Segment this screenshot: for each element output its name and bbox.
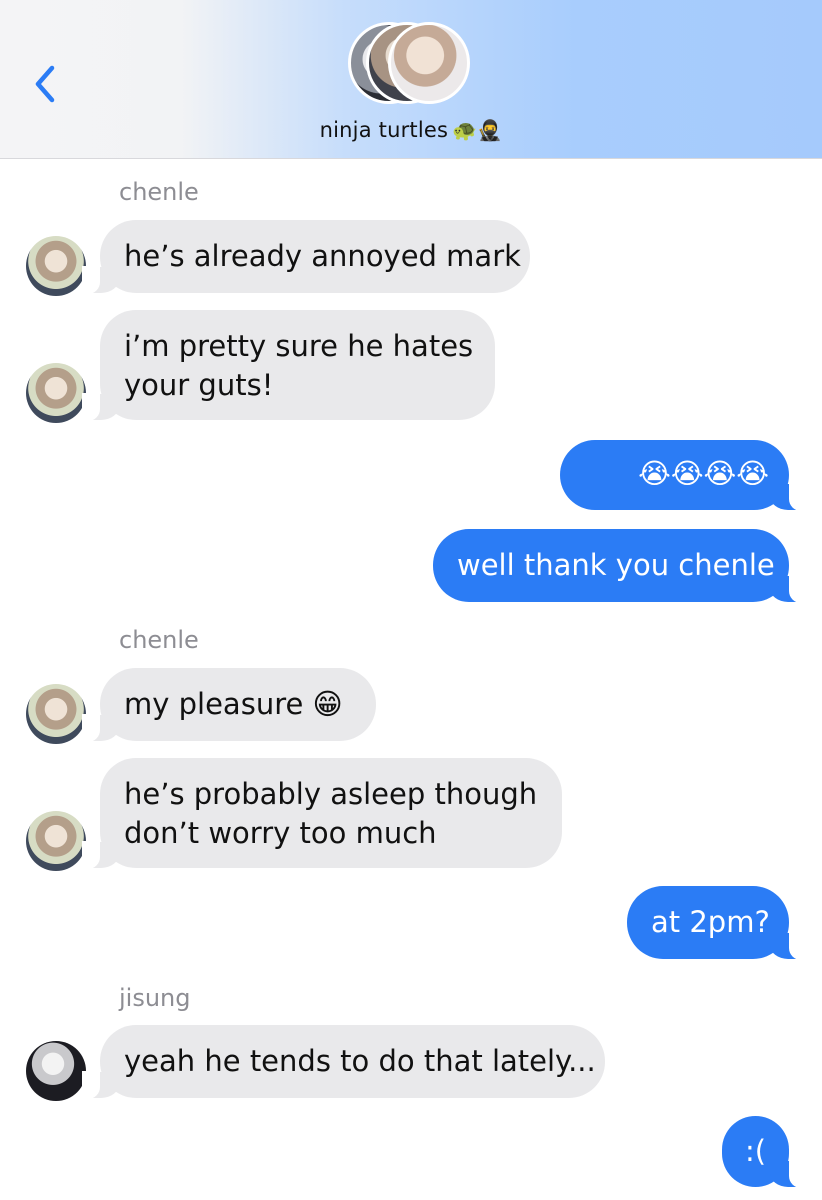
group-name-emoji: 🐢🥷 [452,118,503,142]
sender-name: jisung [119,984,191,1012]
incoming-message-bubble[interactable]: my pleasure 😁 [82,668,376,742]
sender-name: chenle [119,626,199,654]
sender-avatar[interactable] [26,236,86,296]
group-member-avatar [388,22,470,104]
sender-avatar[interactable] [26,1041,86,1101]
message-text-line: your guts! [124,368,274,402]
outgoing-message-bubble[interactable]: :( [722,1116,807,1188]
incoming-message-bubble[interactable]: yeah he tends to do that lately... [82,1025,605,1099]
message-text-line: he’s probably asleep though [124,777,538,811]
message-text-line: i’m pretty sure he hates [124,329,474,363]
outgoing-message-bubble[interactable]: well thank you chenle [433,529,807,603]
sender-avatar[interactable] [26,684,86,744]
sender-avatar[interactable] [26,363,86,423]
message-text: at 2pm? [651,905,770,939]
conversation-header: ninja turtles 🐢🥷 [0,0,822,159]
message-text: my pleasure 😁 [124,687,343,721]
outgoing-message-bubble[interactable]: 😭😭😭😭 [560,440,807,511]
incoming-message-bubble[interactable]: i’m pretty sure he hates your guts! [82,310,495,421]
incoming-message-bubble[interactable]: he’s already annoyed mark [82,220,530,294]
message-text-line: don’t worry too much [124,816,437,850]
sender-avatar[interactable] [26,811,86,871]
message-text: well thank you chenle [457,548,775,582]
group-name[interactable]: ninja turtles 🐢🥷 [0,118,822,142]
message-text: yeah he tends to do that lately... [124,1044,596,1078]
message-text: :( [744,1134,767,1168]
group-avatar-stack[interactable] [348,22,474,108]
group-name-label: ninja turtles [319,118,449,142]
incoming-message-bubble[interactable]: he’s probably asleep though don’t worry … [82,758,562,869]
back-chevron-icon[interactable] [26,60,66,110]
message-text: he’s already annoyed mark [124,239,521,273]
message-text: 😭😭😭😭 [638,457,769,490]
outgoing-message-bubble[interactable]: at 2pm? [627,886,807,960]
sender-name: chenle [119,178,199,206]
